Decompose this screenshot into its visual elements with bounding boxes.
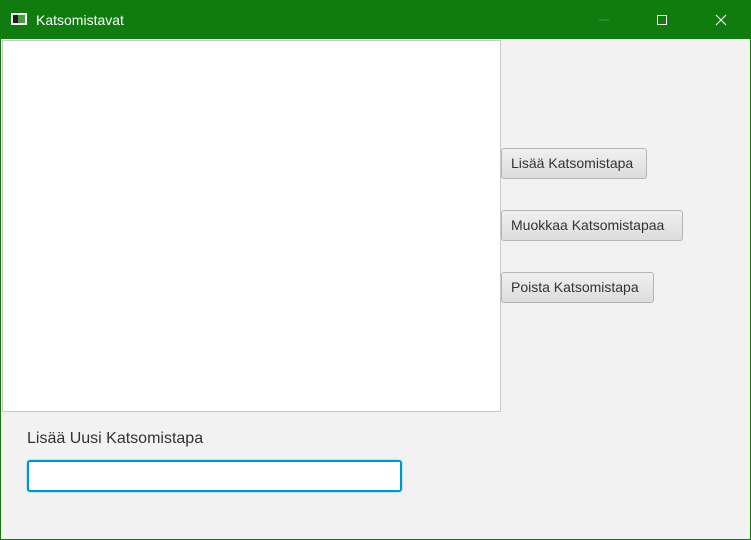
app-window: Katsomistavat Lisää Katsomistapa Muokkaa… (0, 0, 751, 540)
close-icon (715, 14, 727, 26)
maximize-button[interactable] (639, 1, 685, 39)
window-title: Katsomistavat (36, 12, 124, 28)
close-button[interactable] (698, 1, 744, 39)
delete-viewing-method-button[interactable]: Poista Katsomistapa (501, 272, 654, 303)
new-viewing-method-label: Lisää Uusi Katsomistapa (27, 430, 204, 447)
minimize-icon (599, 19, 609, 21)
viewing-methods-list[interactable] (2, 40, 501, 412)
maximize-icon (657, 15, 667, 25)
app-icon (11, 13, 27, 25)
add-viewing-method-button[interactable]: Lisää Katsomistapa (501, 148, 647, 179)
edit-viewing-method-button[interactable]: Muokkaa Katsomistapaa (501, 210, 683, 241)
title-bar[interactable]: Katsomistavat (1, 1, 750, 39)
new-viewing-method-input[interactable] (27, 460, 402, 492)
minimize-button[interactable] (581, 1, 627, 39)
